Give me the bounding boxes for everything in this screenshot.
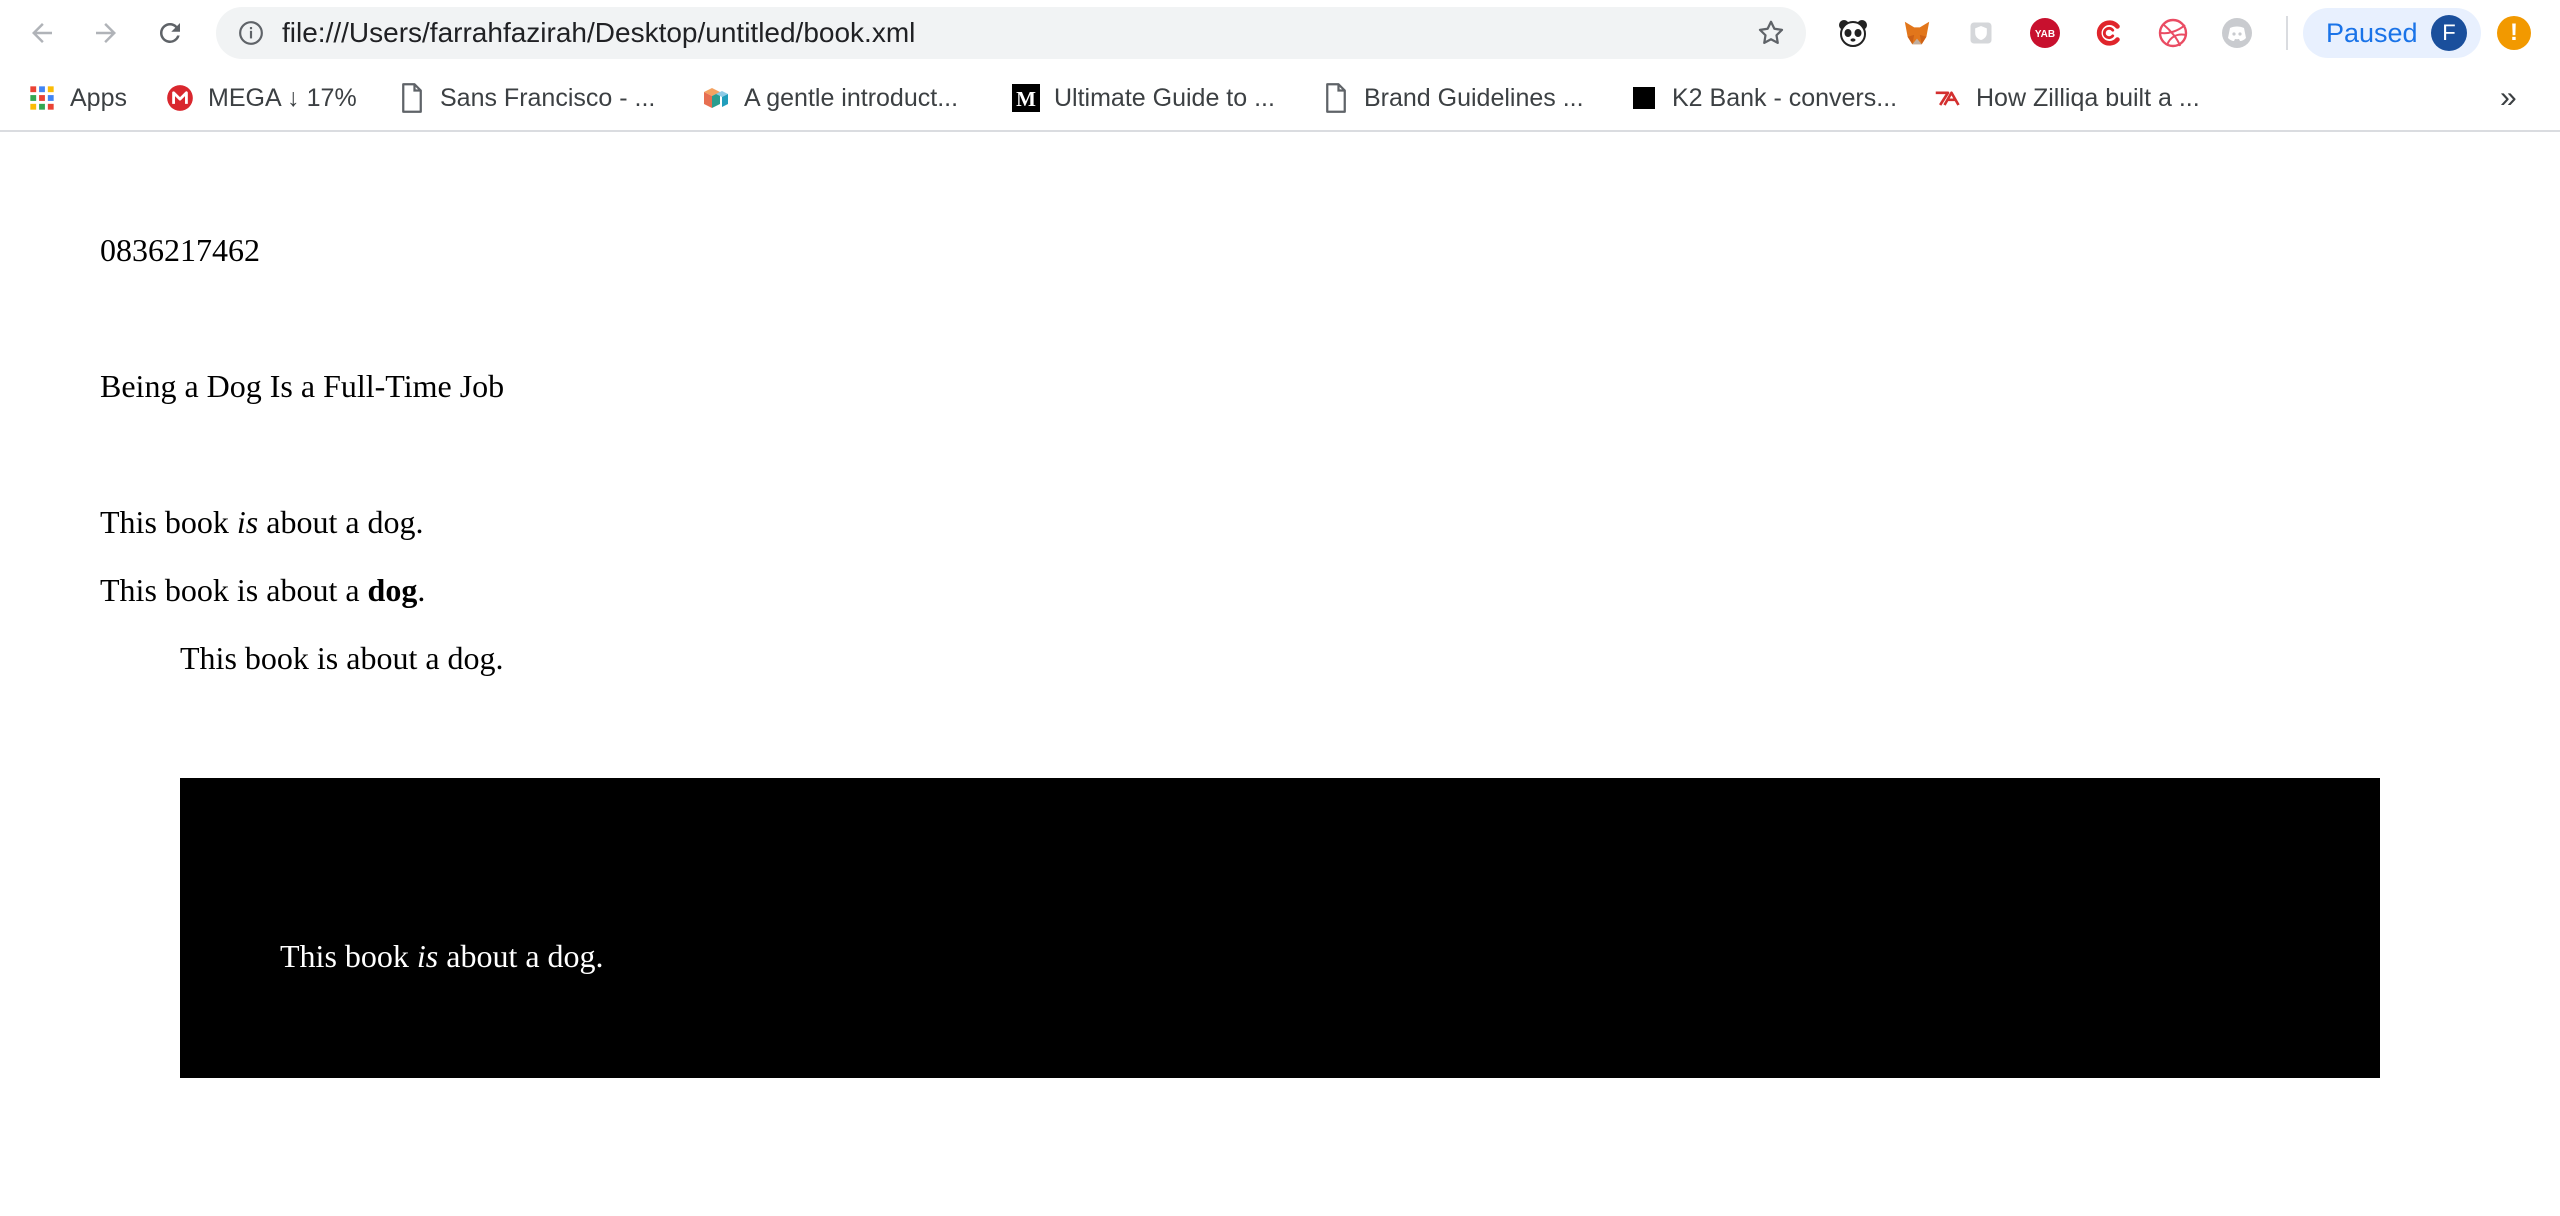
reload-button[interactable] — [150, 13, 190, 53]
bookmark-label: Apps — [70, 83, 127, 112]
apps-grid-icon — [28, 84, 56, 112]
text-fragment: about a dog. — [438, 938, 604, 974]
mega-icon — [166, 84, 194, 112]
panda-extension-icon[interactable] — [1834, 14, 1872, 52]
bookmark-label: A gentle introduct... — [744, 83, 959, 112]
page-content: 0836217462 Being a Dog Is a Full-Time Jo… — [0, 132, 2560, 1216]
svg-text:YAB: YAB — [2035, 29, 2055, 40]
bookmark-label: How Zilliqa built a ... — [1976, 83, 2200, 112]
bookmark-gentle-introduction[interactable]: A gentle introduct... — [702, 66, 958, 130]
url-text[interactable]: file:///Users/farrahfazirah/Desktop/unti… — [282, 7, 915, 59]
text-fragment: This book — [280, 938, 417, 974]
strong-text: dog — [367, 572, 418, 608]
svg-text:M: M — [1016, 87, 1036, 111]
bookmark-label: Brand Guidelines ... — [1364, 83, 1584, 112]
browser-toolbar: file:///Users/farrahfazirah/Desktop/unti… — [0, 0, 2560, 66]
toolbar-divider — [2286, 16, 2288, 50]
bookmark-label: MEGA ↓ 17% — [208, 83, 357, 112]
back-button[interactable] — [22, 13, 62, 53]
dribbble-extension-icon[interactable] — [2154, 14, 2192, 52]
box-text-line: This book is about a dog. — [280, 938, 604, 975]
bookmark-apps[interactable]: Apps — [28, 66, 127, 130]
shield-extension-icon[interactable] — [1962, 14, 2000, 52]
bookmark-label: Sans Francisco - ... — [440, 83, 656, 112]
text-line-emphasis: This book is about a dog. — [100, 504, 424, 541]
isbn-text: 0836217462 — [100, 232, 260, 268]
avatar: F — [2431, 15, 2467, 51]
bookmark-star-icon[interactable] — [1756, 18, 1786, 48]
discord-extension-icon[interactable] — [2218, 14, 2256, 52]
book-title: Being a Dog Is a Full-Time Job — [100, 368, 505, 404]
info-icon[interactable] — [238, 20, 264, 46]
yab-extension-icon[interactable]: YAB — [2026, 14, 2064, 52]
bookmark-label: K2 Bank - convers... — [1672, 83, 1898, 112]
profile-status-label: Paused — [2326, 18, 2418, 48]
text-fragment: . — [417, 572, 426, 608]
bookmark-label: Ultimate Guide to ... — [1054, 83, 1275, 112]
page-icon — [1322, 83, 1350, 113]
medium-icon: M — [1012, 84, 1040, 112]
metamask-fox-icon[interactable] — [1898, 14, 1936, 52]
bookmark-sans-francisco[interactable]: Sans Francisco - ... — [398, 66, 655, 130]
forward-button[interactable] — [86, 13, 126, 53]
black-square-icon — [1630, 84, 1658, 112]
bookmarks-bar: Apps MEGA ↓ 17% Sans Francisco - ... A g… — [0, 66, 2560, 132]
back-arrow-icon — [32, 23, 52, 43]
red-c-extension-icon[interactable] — [2090, 14, 2128, 52]
bookmarks-overflow-chevron-icon[interactable]: » — [2500, 66, 2517, 130]
black-text-box: This book is about a dog. — [180, 778, 2380, 1078]
emphasis-text: is — [416, 938, 439, 974]
emphasis-text: is — [236, 504, 259, 540]
address-bar[interactable]: file:///Users/farrahfazirah/Desktop/unti… — [216, 7, 1806, 59]
forward-arrow-icon — [96, 23, 116, 43]
alert-icon[interactable]: ! — [2497, 16, 2531, 50]
reload-icon — [159, 22, 180, 43]
text-fragment: This book — [100, 504, 237, 540]
text-fragment: This book is about a — [100, 572, 368, 608]
text-line-strong: This book is about a dog. — [100, 572, 425, 609]
indented-text-line: This book is about a dog. — [180, 640, 504, 676]
bookmark-k2-bank[interactable]: K2 Bank - convers... — [1630, 66, 1897, 130]
bookmark-zilliqa[interactable]: How Zilliqa built a ... — [1934, 66, 2200, 130]
red-logo-icon — [1934, 84, 1962, 112]
bookmark-ultimate-guide[interactable]: M Ultimate Guide to ... — [1012, 66, 1275, 130]
cube-icon — [702, 84, 730, 112]
text-fragment: about a dog. — [258, 504, 424, 540]
bookmark-mega[interactable]: MEGA ↓ 17% — [166, 66, 357, 130]
profile-button[interactable]: Paused F — [2303, 8, 2481, 58]
page-icon — [398, 83, 426, 113]
bookmark-brand-guidelines[interactable]: Brand Guidelines ... — [1322, 66, 1584, 130]
